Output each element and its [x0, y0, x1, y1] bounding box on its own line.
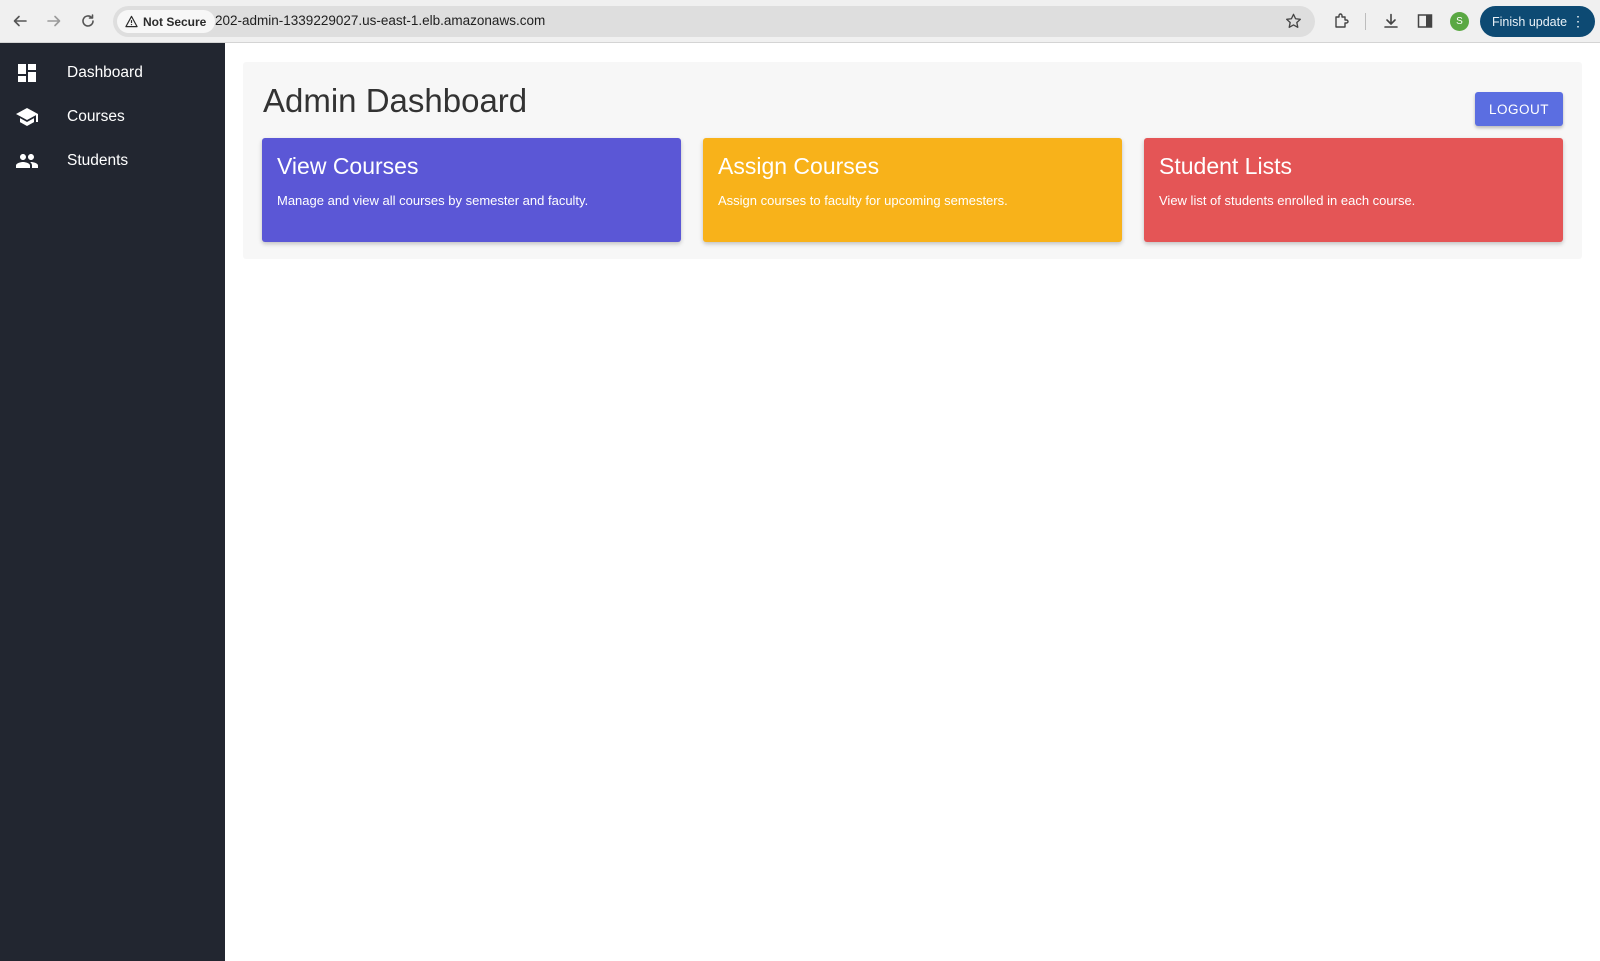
warning-icon: [125, 15, 138, 28]
url-text[interactable]: 202-admin-1339229027.us-east-1.elb.amazo…: [215, 13, 545, 28]
sidebar-item-students[interactable]: Students: [0, 139, 225, 183]
sidebar-item-courses[interactable]: Courses: [0, 95, 225, 139]
sidebar-item-label: Dashboard: [67, 64, 143, 81]
address-bar[interactable]: Not Secure 202-admin-1339229027.us-east-…: [113, 6, 1315, 37]
downloads-button[interactable]: [1381, 11, 1401, 31]
dashboard-panel: Admin Dashboard LOGOUT View Courses Mana…: [243, 62, 1582, 259]
card-student-lists[interactable]: Student Lists View list of students enro…: [1144, 138, 1563, 242]
card-description: Manage and view all courses by semester …: [277, 193, 589, 208]
star-icon[interactable]: [1284, 12, 1303, 31]
card-description: Assign courses to faculty for upcoming s…: [718, 193, 1008, 208]
page-title: Admin Dashboard: [263, 82, 528, 119]
dashboard-icon: [15, 61, 39, 85]
card-title: View Courses: [277, 153, 419, 179]
security-label: Not Secure: [143, 14, 207, 29]
more-vert-icon: ⋮: [1571, 13, 1585, 29]
arrow-right-icon: [47, 15, 61, 27]
security-chip[interactable]: Not Secure: [117, 10, 216, 33]
card-assign-courses[interactable]: Assign Courses Assign courses to faculty…: [703, 138, 1122, 242]
sidebar-item-dashboard[interactable]: Dashboard: [0, 51, 225, 95]
logout-button[interactable]: LOGOUT: [1475, 92, 1563, 126]
sidebar-item-label: Courses: [67, 108, 125, 125]
card-title: Assign Courses: [718, 153, 880, 179]
card-title: Student Lists: [1159, 153, 1292, 179]
card-view-courses[interactable]: View Courses Manage and view all courses…: [262, 138, 681, 242]
puzzle-icon: [1335, 13, 1349, 28]
reload-button[interactable]: [76, 9, 100, 33]
toolbar-divider: [1365, 13, 1366, 30]
browser-toolbar: Not Secure 202-admin-1339229027.us-east-…: [0, 0, 1600, 43]
back-button[interactable]: [8, 9, 32, 33]
side-panel-button[interactable]: [1415, 11, 1435, 31]
card-description: View list of students enrolled in each c…: [1159, 193, 1416, 208]
finish-update-label: Finish update: [1492, 14, 1568, 29]
download-icon: [1384, 13, 1398, 28]
school-icon: [15, 105, 39, 129]
forward-button[interactable]: [42, 9, 66, 33]
finish-update-button[interactable]: Finish update ⋮: [1480, 6, 1595, 37]
people-icon: [15, 149, 39, 173]
extensions-button[interactable]: [1332, 11, 1352, 31]
profile-avatar[interactable]: S: [1450, 12, 1469, 31]
app-root: Dashboard Courses Students Admin Dashboa…: [0, 43, 1600, 961]
reload-icon: [82, 14, 94, 27]
sidebar-item-label: Students: [67, 152, 129, 169]
sidebar: Dashboard Courses Students: [0, 43, 225, 961]
arrow-left-icon: [13, 15, 27, 27]
side-panel-icon: [1417, 14, 1433, 28]
